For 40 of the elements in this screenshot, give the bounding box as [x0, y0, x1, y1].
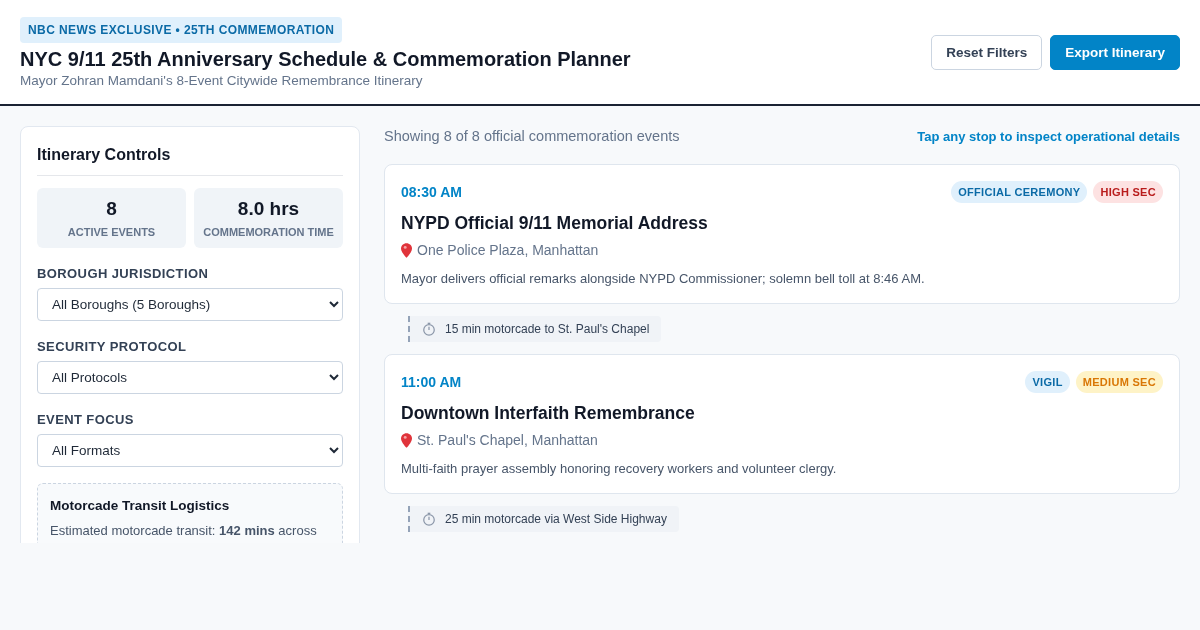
event-location: St. Paul's Chapel, Manhattan — [417, 432, 598, 448]
filter-label: EVENT FOCUS — [37, 412, 135, 427]
event-time: 11:00 AM — [401, 374, 462, 390]
event-title: NYPD Official 9/11 Memorial Address — [401, 213, 709, 234]
stat-label: COMMEMORATION TIME — [203, 226, 334, 238]
transit-note: 15 min motorcade to St. Paul's Chapel — [408, 316, 662, 342]
event-description: Multi-faith prayer assembly honoring recovery workers and volunteer clergy. — [401, 461, 838, 476]
stat-label: ACTIVE EVENTS — [67, 226, 156, 238]
event-card[interactable]: 08:30 AM OFFICIAL CEREMONY HIGH SEC NYPD Official 9/11 Memorial Address One Police Plaza, Manhattan Mayor delivers official remarks alongside NYPD Commissioner; solemn bell toll at 8:46 AM. — [384, 164, 1180, 304]
stat-value: 8.0 hrs — [237, 198, 300, 220]
filter-select[interactable]: All Boroughs (5 Boroughs) — [37, 288, 343, 321]
hint-text: Tap any stop to inspect operational details — [917, 128, 1180, 144]
stopwatch-icon — [422, 512, 436, 526]
event-time: 08:30 AM — [401, 184, 462, 200]
page-title: NYC 9/11 25th Anniversary Schedule & Commemoration Planner — [20, 47, 631, 71]
page-subtitle: Mayor Zohran Mamdani's 8-Event Citywide Remembrance Itinerary — [20, 72, 423, 88]
filter-label: SECURITY PROTOCOL — [37, 339, 188, 354]
reset-button[interactable]: Reset Filters — [931, 34, 1043, 70]
export-button[interactable]: Export Itinerary — [1050, 34, 1180, 70]
panel-title: Itinerary Controls — [37, 127, 343, 176]
event-tag: MEDIUM SEC — [1075, 371, 1163, 393]
event-tag: OFFICIAL CEREMONY — [951, 181, 1088, 203]
transit-note: 25 min motorcade via West Side Highway — [408, 506, 679, 532]
stat-value: 8 — [106, 198, 117, 220]
filter-label: BOROUGH JURISDICTION — [37, 266, 210, 281]
event-description: Mayor delivers official remarks alongside NYPD Commissioner; solemn bell toll at 8:46 AM. — [401, 271, 926, 286]
event-tag: HIGH SEC — [1093, 181, 1163, 203]
filter-select[interactable]: All Formats — [37, 434, 343, 467]
event-card[interactable]: 11:00 AM VIGIL MEDIUM SEC Downtown Interfaith Remembrance St. Paul's Chapel, Manhattan Multi-faith prayer assembly honoring recovery workers and volunteer clergy. — [384, 354, 1180, 494]
event-title: Downtown Interfaith Remembrance — [401, 403, 696, 424]
location-pin-icon — [401, 242, 412, 258]
results-summary: Showing 8 of 8 official commemoration events — [384, 128, 680, 144]
logistics-title: Motorcade Transit Logistics — [50, 498, 231, 513]
exclusive-badge: NBC NEWS EXCLUSIVE • 25TH COMMEMORATION — [20, 16, 343, 43]
logistics-text: Estimated motorcade transit: 142 mins across — [50, 523, 318, 538]
event-location: One Police Plaza, Manhattan — [417, 242, 599, 258]
event-tag: VIGIL — [1025, 371, 1070, 393]
location-pin-icon — [401, 432, 412, 448]
stopwatch-icon — [422, 322, 436, 336]
filter-select[interactable]: All Protocols — [37, 361, 343, 394]
